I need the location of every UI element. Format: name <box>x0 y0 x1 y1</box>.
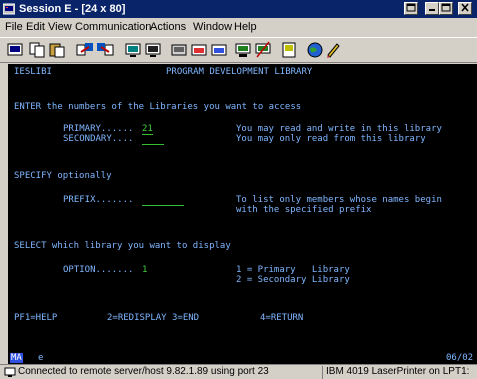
minimize-button[interactable] <box>425 2 439 15</box>
maximize-icon <box>441 3 451 12</box>
menu-communication[interactable]: Communication <box>75 21 151 33</box>
record-macro-icon[interactable] <box>190 41 208 59</box>
prefix-label: PREFIX....... <box>63 195 134 205</box>
toolbar <box>0 37 477 63</box>
prefix-help-line-2: with the specified prefix <box>236 205 372 215</box>
screen-title: PROGRAM DEVELOPMENT LIBRARY <box>166 67 313 77</box>
operator-information-area: MA e 06/02 <box>8 353 477 364</box>
primary-label: PRIMARY...... <box>63 124 134 134</box>
oia-mode: e <box>38 353 44 363</box>
option-help-primary: 1 = Primary Library <box>236 265 350 275</box>
cursor-position: 06/02 <box>446 353 474 363</box>
title-bar[interactable]: Session E - [24 x 80] <box>0 0 477 18</box>
option-field[interactable]: 1 <box>142 265 153 275</box>
macro-icon[interactable] <box>170 41 188 59</box>
printer-status: IBM 4019 LaserPrinter on LPT1: <box>322 366 469 379</box>
window-title: Session E - [24 x 80] <box>19 3 126 15</box>
keyboard-map-icon[interactable] <box>144 41 162 59</box>
menu-bar: File Edit View Communication Actions Win… <box>0 18 477 36</box>
terminal-screen[interactable]: IESLIBI PROGRAM DEVELOPMENT LIBRARY ENTE… <box>8 64 477 353</box>
copy-icon[interactable] <box>28 41 46 59</box>
close-button[interactable] <box>458 2 472 15</box>
receive-file-icon[interactable] <box>96 41 114 59</box>
secondary-help: You may only read from this library <box>236 134 426 144</box>
menu-actions[interactable]: Actions <box>150 21 186 33</box>
emulator-window: Session E - [24 x 80] File Edit View Com… <box>0 0 477 379</box>
pf2-redisplay-key: 2=REDISPLAY <box>107 313 167 323</box>
specify-prompt: SPECIFY optionally <box>14 171 112 181</box>
close-icon <box>461 3 469 12</box>
connection-status: Connected to remote server/host 9.82.1.8… <box>18 366 269 377</box>
menu-help[interactable]: Help <box>234 21 257 33</box>
pf4-return-key: 4=RETURN <box>260 313 304 323</box>
edit-pencil-icon[interactable] <box>324 41 342 59</box>
maximize-button[interactable] <box>439 2 453 15</box>
paste-icon[interactable] <box>48 41 66 59</box>
enter-prompt: ENTER the numbers of the Libraries you w… <box>14 102 302 112</box>
restore-session-button[interactable] <box>404 2 418 15</box>
menu-window[interactable]: Window <box>193 21 232 33</box>
minimize-icon <box>429 9 435 11</box>
restore-icon <box>406 3 416 12</box>
screen-id: IESLIBI <box>14 67 52 77</box>
option-help-secondary: 2 = Secondary Library <box>236 275 350 285</box>
play-macro-icon[interactable] <box>210 41 228 59</box>
prefix-help-line-1: To list only members whose names begin <box>236 195 442 205</box>
session-app-icon <box>3 3 15 15</box>
print-screen-icon[interactable] <box>6 41 24 59</box>
pf3-end-key: 3=END <box>172 313 200 323</box>
secondary-label: SECONDARY.... <box>63 134 134 144</box>
session-status-icon[interactable] <box>280 41 298 59</box>
status-bar: Connected to remote server/host 9.82.1.8… <box>0 364 477 379</box>
disconnect-icon[interactable] <box>254 41 272 59</box>
menu-file[interactable]: File <box>5 21 23 33</box>
select-prompt: SELECT which library you want to display <box>14 241 231 251</box>
oia-indicator: MA <box>10 353 23 363</box>
primary-help: You may read and write in this library <box>236 124 442 134</box>
option-label: OPTION....... <box>63 265 134 275</box>
connect-icon[interactable] <box>234 41 252 59</box>
display-setup-icon[interactable] <box>124 41 142 59</box>
menu-edit[interactable]: Edit <box>26 21 45 33</box>
globe-icon[interactable] <box>306 41 324 59</box>
prefix-field[interactable] <box>142 195 184 206</box>
secondary-library-field[interactable] <box>142 134 164 145</box>
menu-view[interactable]: View <box>48 21 72 33</box>
connection-icon <box>4 367 16 377</box>
pf1-help-key: PF1=HELP <box>14 313 58 323</box>
send-file-icon[interactable] <box>76 41 94 59</box>
